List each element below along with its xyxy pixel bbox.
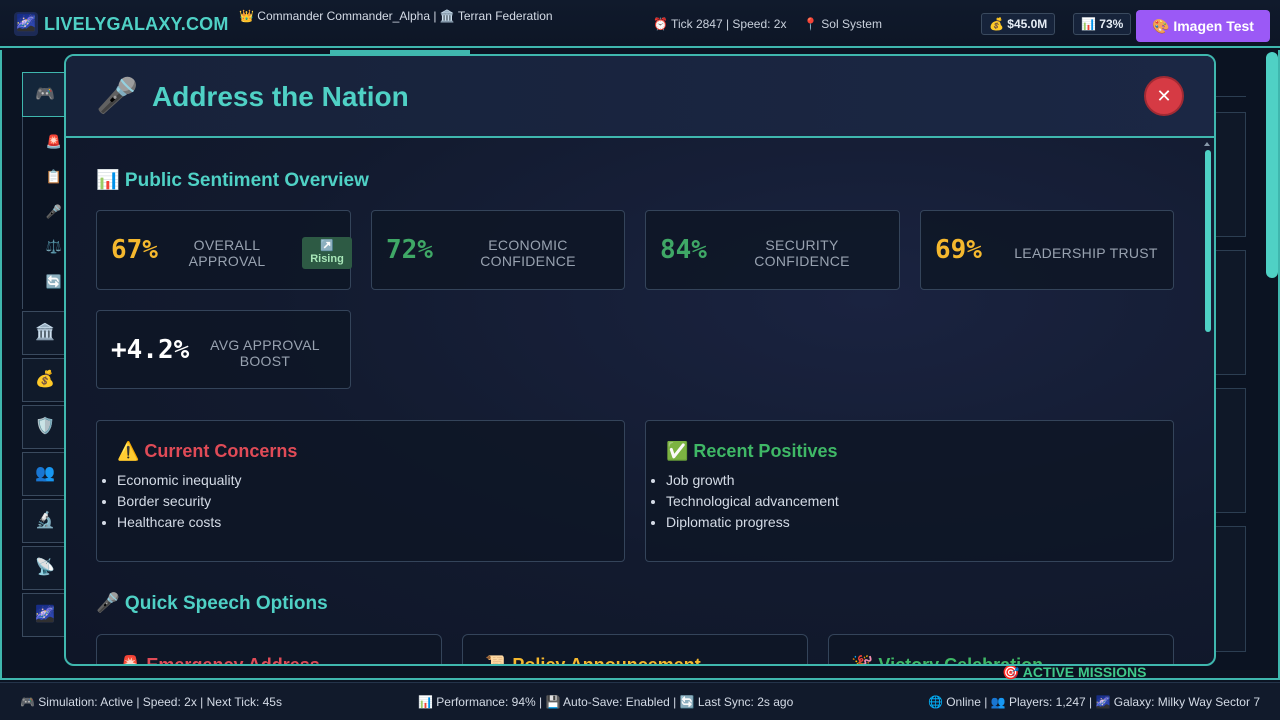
list-item: Technological advancement (666, 493, 839, 514)
stat-card-security-confidence: 84% SECURITY CONFIDENCE (645, 210, 900, 290)
satellite-icon: 📡 (35, 559, 55, 576)
trend-up-icon: ↗️ (320, 240, 334, 252)
close-button[interactable]: ✕ (1144, 76, 1184, 116)
stat-value: 67% (111, 235, 158, 265)
current-concerns-card: ⚠️ Current Concerns Economic inequality … (96, 420, 625, 562)
status-bar: 🎮 Simulation: Active | Speed: 2x | Next … (0, 682, 1280, 720)
rail-communications-button[interactable]: 📡 (22, 546, 68, 590)
rail-sub-policy[interactable]: 📋 (44, 169, 64, 185)
list-item: Job growth (666, 472, 839, 493)
tick-info: ⏰ Tick 2847 | Speed: 2x (653, 17, 787, 31)
rail-sub-refresh[interactable]: 🔄 (44, 274, 64, 290)
rail-government-button[interactable]: 🏛️ (22, 311, 68, 355)
rail-sub-justice[interactable]: ⚖️ (44, 239, 64, 255)
address-nation-modal: 🎤 Address the Nation ✕ 📊 Public Sentimen… (64, 54, 1216, 666)
commander-info: 👑 Commander Commander_Alpha | 🏛️ Terran … (239, 9, 553, 23)
rising-label: Rising (310, 253, 344, 265)
stat-value: 69% (935, 235, 982, 265)
top-bar: 🌌 LIVELYGALAXY.COM 👑 Commander Commander… (0, 0, 1280, 48)
modal-scrollbar[interactable] (1205, 150, 1211, 332)
right-card[interactable] (1214, 250, 1246, 375)
stat-card-approval-boost: +4.2% AVG APPROVAL BOOST (96, 310, 351, 389)
rising-badge: ↗️ Rising (302, 237, 352, 269)
stat-value: 84% (660, 235, 707, 265)
right-card[interactable] (1214, 526, 1246, 652)
close-icon: ✕ (1156, 86, 1172, 106)
list-item: Diplomatic progress (666, 514, 839, 535)
speech-option-title: 📜 Policy Announcement (485, 655, 701, 666)
stat-card-overall-approval: 67% OVERALL APPROVAL ↗️ Rising (96, 210, 352, 290)
speech-option-title: 🎉 Victory Celebration (851, 655, 1044, 666)
list-item: Healthcare costs (117, 514, 242, 535)
modal-header: 🎤 Address the Nation ✕ (66, 56, 1214, 138)
galaxy-icon: 🌌 (14, 12, 38, 36)
stat-label: ECONOMIC CONFIDENCE (480, 237, 576, 269)
stat-label: OVERALL APPROVAL (188, 237, 266, 269)
speech-option-title: 🚨 Emergency Address (119, 655, 320, 666)
money-badge: 💰 $45.0M (981, 13, 1056, 35)
rail-defense-button[interactable]: 🛡️ (22, 405, 68, 449)
stat-card-leadership-trust: 69% LEADERSHIP TRUST (920, 210, 1174, 290)
page-scrollbar[interactable] (1266, 52, 1278, 278)
performance-status: 📊 Performance: 94% | 💾 Auto-Save: Enable… (418, 695, 794, 709)
imagen-test-button[interactable]: 🎨 Imagen Test (1136, 10, 1270, 42)
game-controller-icon: 🎮 (35, 86, 55, 103)
positives-list: Job growth Technological advancement Dip… (666, 472, 839, 535)
money-bag-icon: 💰 (35, 371, 55, 388)
concerns-title: ⚠️ Current Concerns (117, 441, 298, 461)
modal-title: Address the Nation (152, 81, 409, 112)
right-divider (1216, 96, 1246, 97)
quick-speech-title: 🎤 Quick Speech Options (96, 593, 328, 614)
rail-game-button[interactable]: 🎮 (22, 72, 68, 117)
recent-positives-card: ✅ Recent Positives Job growth Technologi… (645, 420, 1174, 562)
rail-galaxy-button[interactable]: 🌌 (22, 593, 68, 637)
rail-sub-emergency[interactable]: 🚨 (44, 134, 64, 150)
rail-research-button[interactable]: 🔬 (22, 499, 68, 543)
approval-badge: 📊 73% (1073, 13, 1132, 35)
positives-title: ✅ Recent Positives (666, 441, 838, 461)
stat-label: SECURITY CONFIDENCE (754, 237, 850, 269)
microphone-icon: 🎤 (45, 204, 63, 219)
network-status: 🌐 Online | 👥 Players: 1,247 | 🌌 Galaxy: … (927, 695, 1260, 709)
location-info: 📍 Sol System (803, 17, 882, 31)
list-item: Border security (117, 493, 242, 514)
logo-text[interactable]: LIVELYGALAXY.COM (44, 14, 229, 35)
logo[interactable]: 🌌 LIVELYGALAXY.COM (14, 12, 229, 36)
speech-option-policy[interactable]: 📜 Policy Announcement (462, 634, 808, 666)
scroll-up-arrow[interactable] (1204, 142, 1210, 146)
rail-economy-button[interactable]: 💰 (22, 358, 68, 402)
right-card[interactable] (1214, 388, 1246, 513)
stat-label: AVG APPROVAL BOOST (210, 337, 320, 369)
stat-value: +4.2% (111, 335, 190, 365)
microphone-icon: 🎤 (96, 77, 139, 115)
clipboard-icon: 📋 (45, 169, 63, 184)
galaxy-icon: 🌌 (35, 606, 55, 623)
list-item: Economic inequality (117, 472, 242, 493)
rail-sub-address[interactable]: 🎤 (44, 204, 64, 220)
stat-label: LEADERSHIP TRUST (1014, 245, 1158, 261)
speech-option-victory[interactable]: 🎉 Victory Celebration (828, 634, 1174, 666)
shield-icon: 🛡️ (35, 418, 55, 435)
stat-value: 72% (386, 235, 433, 265)
siren-icon: 🚨 (45, 134, 63, 149)
government-icon: 🏛️ (35, 324, 55, 341)
right-card[interactable] (1214, 112, 1246, 237)
microscope-icon: 🔬 (35, 512, 55, 529)
rail-population-button[interactable]: 👥 (22, 452, 68, 496)
stat-card-economic-confidence: 72% ECONOMIC CONFIDENCE (371, 210, 625, 290)
speech-option-emergency[interactable]: 🚨 Emergency Address (96, 634, 442, 666)
people-icon: 👥 (35, 465, 55, 482)
simulation-status: 🎮 Simulation: Active | Speed: 2x | Next … (20, 695, 282, 709)
concerns-list: Economic inequality Border security Heal… (117, 472, 242, 535)
active-missions-label[interactable]: 🎯 ACTIVE MISSIONS (1002, 664, 1146, 681)
scales-icon: ⚖️ (45, 239, 63, 254)
sentiment-section-title: 📊 Public Sentiment Overview (96, 170, 369, 191)
refresh-icon: 🔄 (45, 274, 63, 289)
